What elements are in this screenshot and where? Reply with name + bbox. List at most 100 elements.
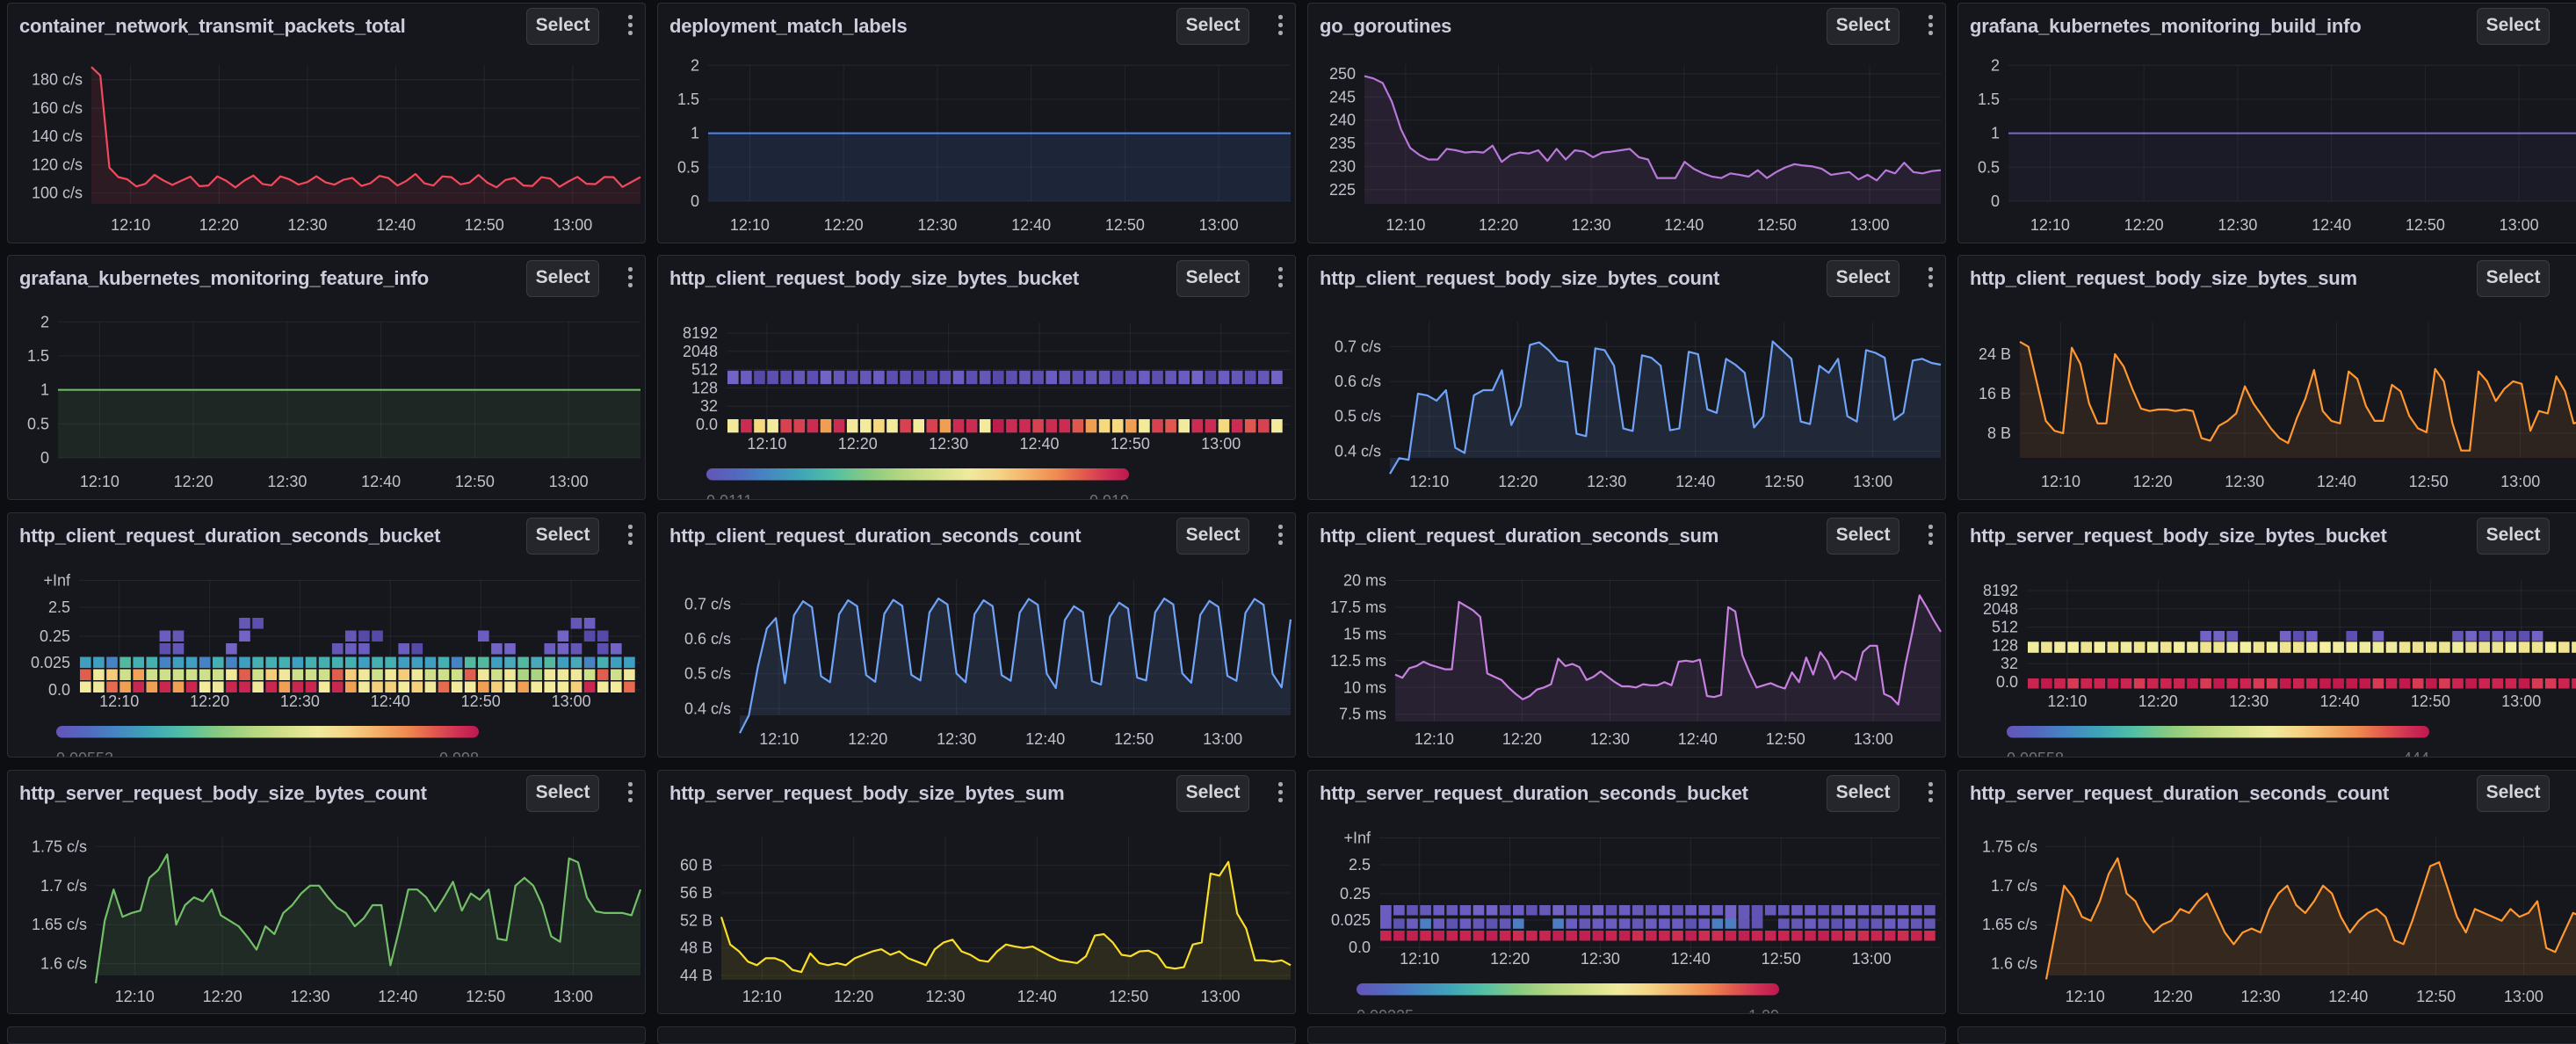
svg-text:12:10: 12:10 (730, 216, 770, 234)
svg-text:32: 32 (2001, 655, 2018, 672)
svg-text:12:10: 12:10 (2030, 216, 2070, 234)
svg-text:12:30: 12:30 (1572, 216, 1611, 234)
svg-text:12:30: 12:30 (267, 473, 307, 490)
svg-text:0.0: 0.0 (1349, 939, 1371, 956)
svg-text:13:00: 13:00 (554, 988, 593, 1005)
svg-text:12:50: 12:50 (1762, 950, 1801, 968)
svg-text:0.00225: 0.00225 (1357, 1007, 1414, 1014)
svg-text:0.6 c/s: 0.6 c/s (1335, 373, 1381, 390)
svg-text:15 ms: 15 ms (1343, 625, 1386, 642)
svg-text:0.4 c/s: 0.4 c/s (684, 700, 731, 717)
svg-text:13:00: 13:00 (2504, 988, 2543, 1005)
svg-text:0.0111: 0.0111 (706, 492, 752, 500)
svg-text:12:30: 12:30 (2225, 473, 2264, 490)
svg-text:0.6 c/s: 0.6 c/s (684, 630, 731, 648)
svg-text:2.5: 2.5 (48, 598, 70, 616)
svg-text:444: 444 (2403, 750, 2429, 758)
svg-text:8 B: 8 B (1987, 424, 2011, 442)
svg-text:12:30: 12:30 (2240, 988, 2280, 1005)
svg-text:12:40: 12:40 (1675, 473, 1715, 490)
svg-text:12:30: 12:30 (917, 216, 957, 234)
svg-text:2: 2 (40, 313, 49, 330)
svg-text:0.25: 0.25 (40, 627, 70, 645)
svg-text:12:50: 12:50 (465, 216, 504, 234)
svg-text:0.919: 0.919 (1089, 492, 1129, 500)
svg-text:12:40: 12:40 (1017, 988, 1057, 1005)
svg-text:12:40: 12:40 (2317, 473, 2356, 490)
svg-text:12:50: 12:50 (2406, 216, 2445, 234)
svg-text:12:50: 12:50 (461, 692, 501, 710)
svg-text:225: 225 (1329, 181, 1356, 199)
svg-text:12:20: 12:20 (824, 216, 864, 234)
svg-text:1.75 c/s: 1.75 c/s (32, 837, 87, 855)
svg-text:13:00: 13:00 (1200, 988, 1240, 1005)
svg-text:12:40: 12:40 (2319, 692, 2359, 710)
svg-text:12:50: 12:50 (2411, 692, 2450, 710)
svg-text:1.09: 1.09 (1748, 1007, 1779, 1014)
svg-text:12:10: 12:10 (747, 435, 786, 453)
svg-text:140 c/s: 140 c/s (32, 127, 83, 145)
svg-text:13:00: 13:00 (1203, 730, 1242, 748)
svg-text:235: 235 (1329, 134, 1356, 152)
svg-text:1.5: 1.5 (677, 91, 699, 108)
svg-text:2048: 2048 (1983, 600, 2018, 618)
svg-text:0.998: 0.998 (439, 750, 479, 758)
svg-text:13:00: 13:00 (2501, 692, 2541, 710)
svg-text:12:50: 12:50 (1757, 216, 1797, 234)
svg-text:12:40: 12:40 (376, 216, 416, 234)
svg-text:230: 230 (1329, 157, 1356, 175)
svg-text:0.0: 0.0 (1996, 673, 2018, 691)
svg-text:13:00: 13:00 (549, 473, 589, 490)
svg-text:0.5 c/s: 0.5 c/s (1335, 408, 1381, 425)
svg-text:12:30: 12:30 (1587, 473, 1626, 490)
svg-text:24 B: 24 B (1979, 345, 2011, 363)
svg-text:0.7 c/s: 0.7 c/s (684, 595, 731, 613)
svg-text:128: 128 (1992, 636, 2018, 654)
svg-text:512: 512 (1992, 619, 2018, 636)
svg-text:12:50: 12:50 (466, 988, 505, 1005)
svg-text:250: 250 (1329, 65, 1356, 83)
svg-text:12:10: 12:10 (742, 988, 782, 1005)
svg-text:12:20: 12:20 (838, 435, 878, 453)
svg-text:13:00: 13:00 (2500, 216, 2539, 234)
svg-text:12:10: 12:10 (80, 473, 119, 490)
svg-text:12:20: 12:20 (1502, 730, 1542, 748)
svg-text:12:30: 12:30 (2229, 692, 2268, 710)
svg-text:12:50: 12:50 (1766, 730, 1805, 748)
svg-text:1.7 c/s: 1.7 c/s (1991, 877, 2037, 895)
svg-text:1.65 c/s: 1.65 c/s (1982, 916, 2037, 933)
svg-text:12:20: 12:20 (1498, 473, 1538, 490)
svg-text:32: 32 (700, 397, 718, 415)
svg-text:1.6 c/s: 1.6 c/s (40, 955, 87, 973)
svg-text:0.0: 0.0 (48, 681, 70, 699)
svg-text:12:50: 12:50 (1105, 216, 1145, 234)
svg-text:12:10: 12:10 (115, 988, 155, 1005)
svg-text:12:30: 12:30 (929, 435, 968, 453)
svg-text:1: 1 (40, 381, 49, 399)
svg-text:1: 1 (691, 125, 699, 142)
svg-text:12:30: 12:30 (287, 216, 327, 234)
svg-text:12:50: 12:50 (455, 473, 495, 490)
svg-text:12:40: 12:40 (361, 473, 401, 490)
svg-text:128: 128 (691, 379, 718, 396)
svg-text:7.5 ms: 7.5 ms (1339, 706, 1386, 723)
svg-text:0.00553: 0.00553 (56, 750, 113, 758)
svg-text:8192: 8192 (683, 324, 718, 342)
svg-text:12:20: 12:20 (2124, 216, 2164, 234)
svg-text:12:20: 12:20 (2133, 473, 2173, 490)
svg-text:12:50: 12:50 (1111, 435, 1150, 453)
svg-text:12:40: 12:40 (1025, 730, 1065, 748)
svg-text:0.0: 0.0 (696, 416, 718, 433)
svg-text:12:20: 12:20 (199, 216, 239, 234)
svg-text:12:40: 12:40 (378, 988, 417, 1005)
svg-text:12:30: 12:30 (2218, 216, 2257, 234)
svg-text:0.4 c/s: 0.4 c/s (1335, 442, 1381, 460)
svg-text:13:00: 13:00 (1201, 435, 1241, 453)
svg-text:12:50: 12:50 (1764, 473, 1804, 490)
svg-text:12:30: 12:30 (1581, 950, 1620, 968)
svg-text:12:40: 12:40 (2312, 216, 2351, 234)
svg-text:12:10: 12:10 (2041, 473, 2080, 490)
svg-text:+Inf: +Inf (43, 572, 71, 590)
svg-text:16 B: 16 B (1979, 385, 2011, 402)
svg-text:0.025: 0.025 (1331, 911, 1371, 929)
